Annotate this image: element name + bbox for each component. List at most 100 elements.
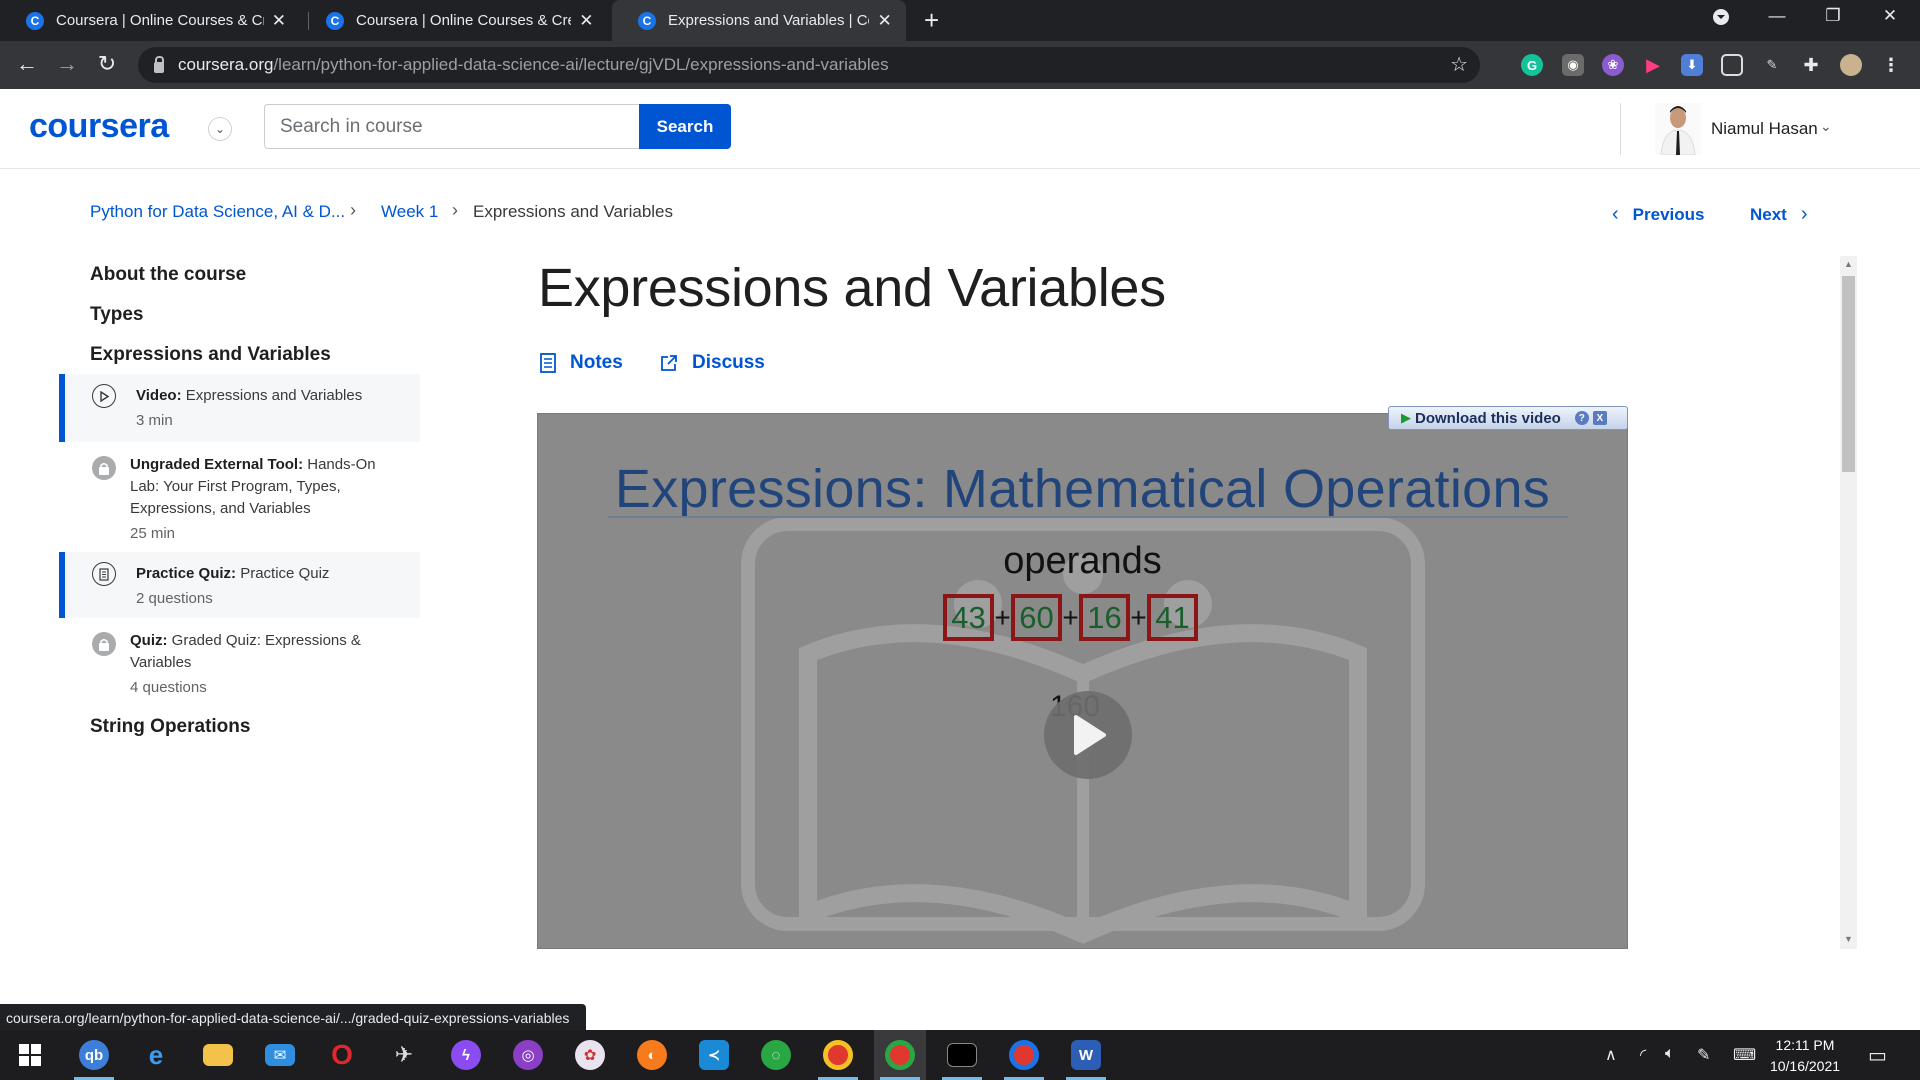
messenger-icon: ϟ <box>451 1040 481 1070</box>
next-button[interactable]: Next › <box>1750 203 1808 226</box>
restore-icon[interactable]: ❐ <box>1818 6 1848 26</box>
opera-app[interactable]: O <box>316 1030 368 1080</box>
new-tab-button[interactable]: + <box>924 7 939 33</box>
chevron-left-icon: ‹ <box>1612 203 1619 225</box>
search-input[interactable] <box>264 104 639 149</box>
discuss-button[interactable]: Discuss <box>660 352 765 374</box>
messenger-app[interactable]: ϟ <box>440 1030 492 1080</box>
extension-icon[interactable]: ❀ <box>1602 54 1624 76</box>
chevron-down-icon[interactable]: ⌄ <box>208 117 232 141</box>
clock-time[interactable]: 12:11 PM <box>1760 1037 1850 1053</box>
volume-icon[interactable]: 🔈︎ <box>1665 1045 1675 1063</box>
scroll-up-icon[interactable]: ▲ <box>1842 259 1855 269</box>
download-video-bar[interactable]: ▶ Download this video ? X <box>1388 406 1628 430</box>
scroll-down-icon[interactable]: ▼ <box>1842 934 1855 944</box>
terminal-app[interactable] <box>936 1030 988 1080</box>
avatar[interactable] <box>1655 103 1701 155</box>
windows-logo-icon <box>19 1044 41 1066</box>
back-icon[interactable]: ← <box>12 51 42 77</box>
notification-icon[interactable]: ▭ <box>1868 1043 1887 1068</box>
download-extension-icon[interactable]: ⬇ <box>1681 54 1703 76</box>
play-triangle-icon: ▶ <box>1401 410 1411 425</box>
tray-chevron-up-icon[interactable]: ∧ <box>1605 1045 1617 1065</box>
video-player[interactable]: Expressions: Mathematical Operations ope… <box>537 413 1628 949</box>
camera-extension-icon[interactable]: ◉ <box>1562 54 1584 76</box>
qbittorrent-app[interactable]: qb <box>68 1030 120 1080</box>
help-icon[interactable]: ? <box>1574 411 1589 425</box>
browser-tab-active[interactable]: C Expressions and Variables | Coursera ✕ <box>612 0 906 41</box>
chrome-app[interactable] <box>812 1030 864 1080</box>
keyboard-icon[interactable]: ⌨ <box>1733 1045 1756 1065</box>
lock-icon <box>92 456 116 480</box>
wifi-icon[interactable]: ◜ <box>1640 1045 1646 1065</box>
play-extension-icon[interactable]: ▶ <box>1642 54 1664 76</box>
tab-search-icon[interactable] <box>1706 8 1736 31</box>
search-button[interactable]: Search <box>639 104 731 149</box>
firefox-app[interactable]: ◐ <box>626 1030 678 1080</box>
close-window-icon[interactable]: ✕ <box>1875 6 1905 26</box>
notes-button[interactable]: Notes <box>540 352 623 374</box>
close-icon[interactable]: X <box>1592 411 1607 425</box>
pen-icon[interactable]: ✎ <box>1697 1045 1710 1065</box>
chrome-icon <box>885 1040 915 1070</box>
reload-icon[interactable]: ↻ <box>92 51 122 77</box>
item-kind: Quiz: <box>130 632 168 649</box>
forward-icon[interactable]: → <box>52 51 82 77</box>
sidebar-section-string-operations[interactable]: String Operations <box>90 716 250 738</box>
chrome-active-app[interactable] <box>874 1030 926 1080</box>
github-icon: ◎ <box>513 1040 543 1070</box>
puzzle-extensions-icon[interactable]: ✚ <box>1800 54 1822 76</box>
windows-start-button[interactable] <box>4 1030 56 1080</box>
close-tab-icon[interactable]: ✕ <box>270 11 288 31</box>
edge-app[interactable]: e <box>130 1030 182 1080</box>
tab-extension-icon[interactable] <box>1721 54 1743 76</box>
sidebar-item-practice-quiz[interactable]: Practice Quiz: Practice Quiz 2 questions <box>59 552 420 618</box>
chrome-profile-app[interactable] <box>998 1030 1050 1080</box>
file-explorer-app[interactable] <box>192 1030 244 1080</box>
pen-extension-icon[interactable]: ✎ <box>1761 54 1783 76</box>
sidebar-section-types[interactable]: Types <box>90 304 144 326</box>
breadcrumb-week[interactable]: Week 1 <box>381 202 438 222</box>
bookmark-star-icon[interactable]: ☆ <box>1450 52 1468 77</box>
user-name[interactable]: Niamul Hasan <box>1711 119 1818 139</box>
sidebar-section-about[interactable]: About the course <box>90 264 246 286</box>
chrome-icon <box>823 1040 853 1070</box>
next-label: Next <box>1750 204 1787 224</box>
chrome-icon <box>1009 1040 1039 1070</box>
tab-title: Coursera | Online Courses & Credentials <box>56 12 264 29</box>
address-bar[interactable]: coursera.org/learn/python-for-applied-da… <box>138 47 1480 83</box>
chevron-down-icon[interactable]: ⌄ <box>1820 118 1832 135</box>
github-desktop-app[interactable]: ◎ <box>502 1030 554 1080</box>
sidebar-item-video[interactable]: Video: Expressions and Variables 3 min <box>59 374 420 442</box>
paint-app[interactable]: ✿ <box>564 1030 616 1080</box>
play-button[interactable] <box>1044 691 1132 779</box>
download-video-label[interactable]: Download this video <box>1415 410 1561 427</box>
clock-date[interactable]: 10/16/2021 <box>1760 1058 1850 1074</box>
browser-tab-1[interactable]: C Coursera | Online Courses & Credential… <box>0 0 300 41</box>
sidebar-section-expressions[interactable]: Expressions and Variables <box>90 344 331 366</box>
satellite-app[interactable]: ✈ <box>378 1030 430 1080</box>
scrollbar-thumb[interactable] <box>1842 276 1855 472</box>
word-app[interactable]: W <box>1060 1030 1112 1080</box>
firefox-icon: ◐ <box>637 1040 667 1070</box>
sidebar-item-lab[interactable]: Ungraded External Tool: Hands-On Lab: Yo… <box>59 452 420 544</box>
vscode-icon: ≺ <box>699 1040 729 1070</box>
profile-avatar-icon[interactable] <box>1840 54 1862 76</box>
browser-tab-2[interactable]: C Coursera | Online Courses & Credential… <box>300 0 608 41</box>
item-title: Practice Quiz <box>240 565 330 582</box>
edge-icon: e <box>148 1039 164 1070</box>
close-tab-icon[interactable]: ✕ <box>577 11 596 31</box>
vscode-app[interactable]: ≺ <box>688 1030 740 1080</box>
previous-button[interactable]: ‹ Previous <box>1612 203 1704 226</box>
breadcrumb-course[interactable]: Python for Data Science, AI & D... <box>90 202 345 222</box>
chrome-menu-icon[interactable]: ⋮ <box>1880 54 1902 76</box>
grammarly-extension-icon[interactable]: G <box>1521 54 1543 76</box>
coursera-logo[interactable]: coursera <box>29 107 169 146</box>
mail-app[interactable]: ✉ <box>254 1030 306 1080</box>
windows-taskbar: qb e ✉ O ✈ ϟ ◎ ✿ ◐ ≺ ◌ W ∧ ◜ 🔈︎ ✎ ⌨ ▭ <box>0 1030 1920 1080</box>
close-tab-icon[interactable]: ✕ <box>875 11 894 31</box>
globe-app[interactable]: ◌ <box>750 1030 802 1080</box>
chevron-right-icon: › <box>1800 203 1808 225</box>
minimize-icon[interactable]: — <box>1762 6 1792 26</box>
sidebar-item-graded-quiz[interactable]: Quiz: Graded Quiz: Expressions & Variabl… <box>59 630 420 700</box>
